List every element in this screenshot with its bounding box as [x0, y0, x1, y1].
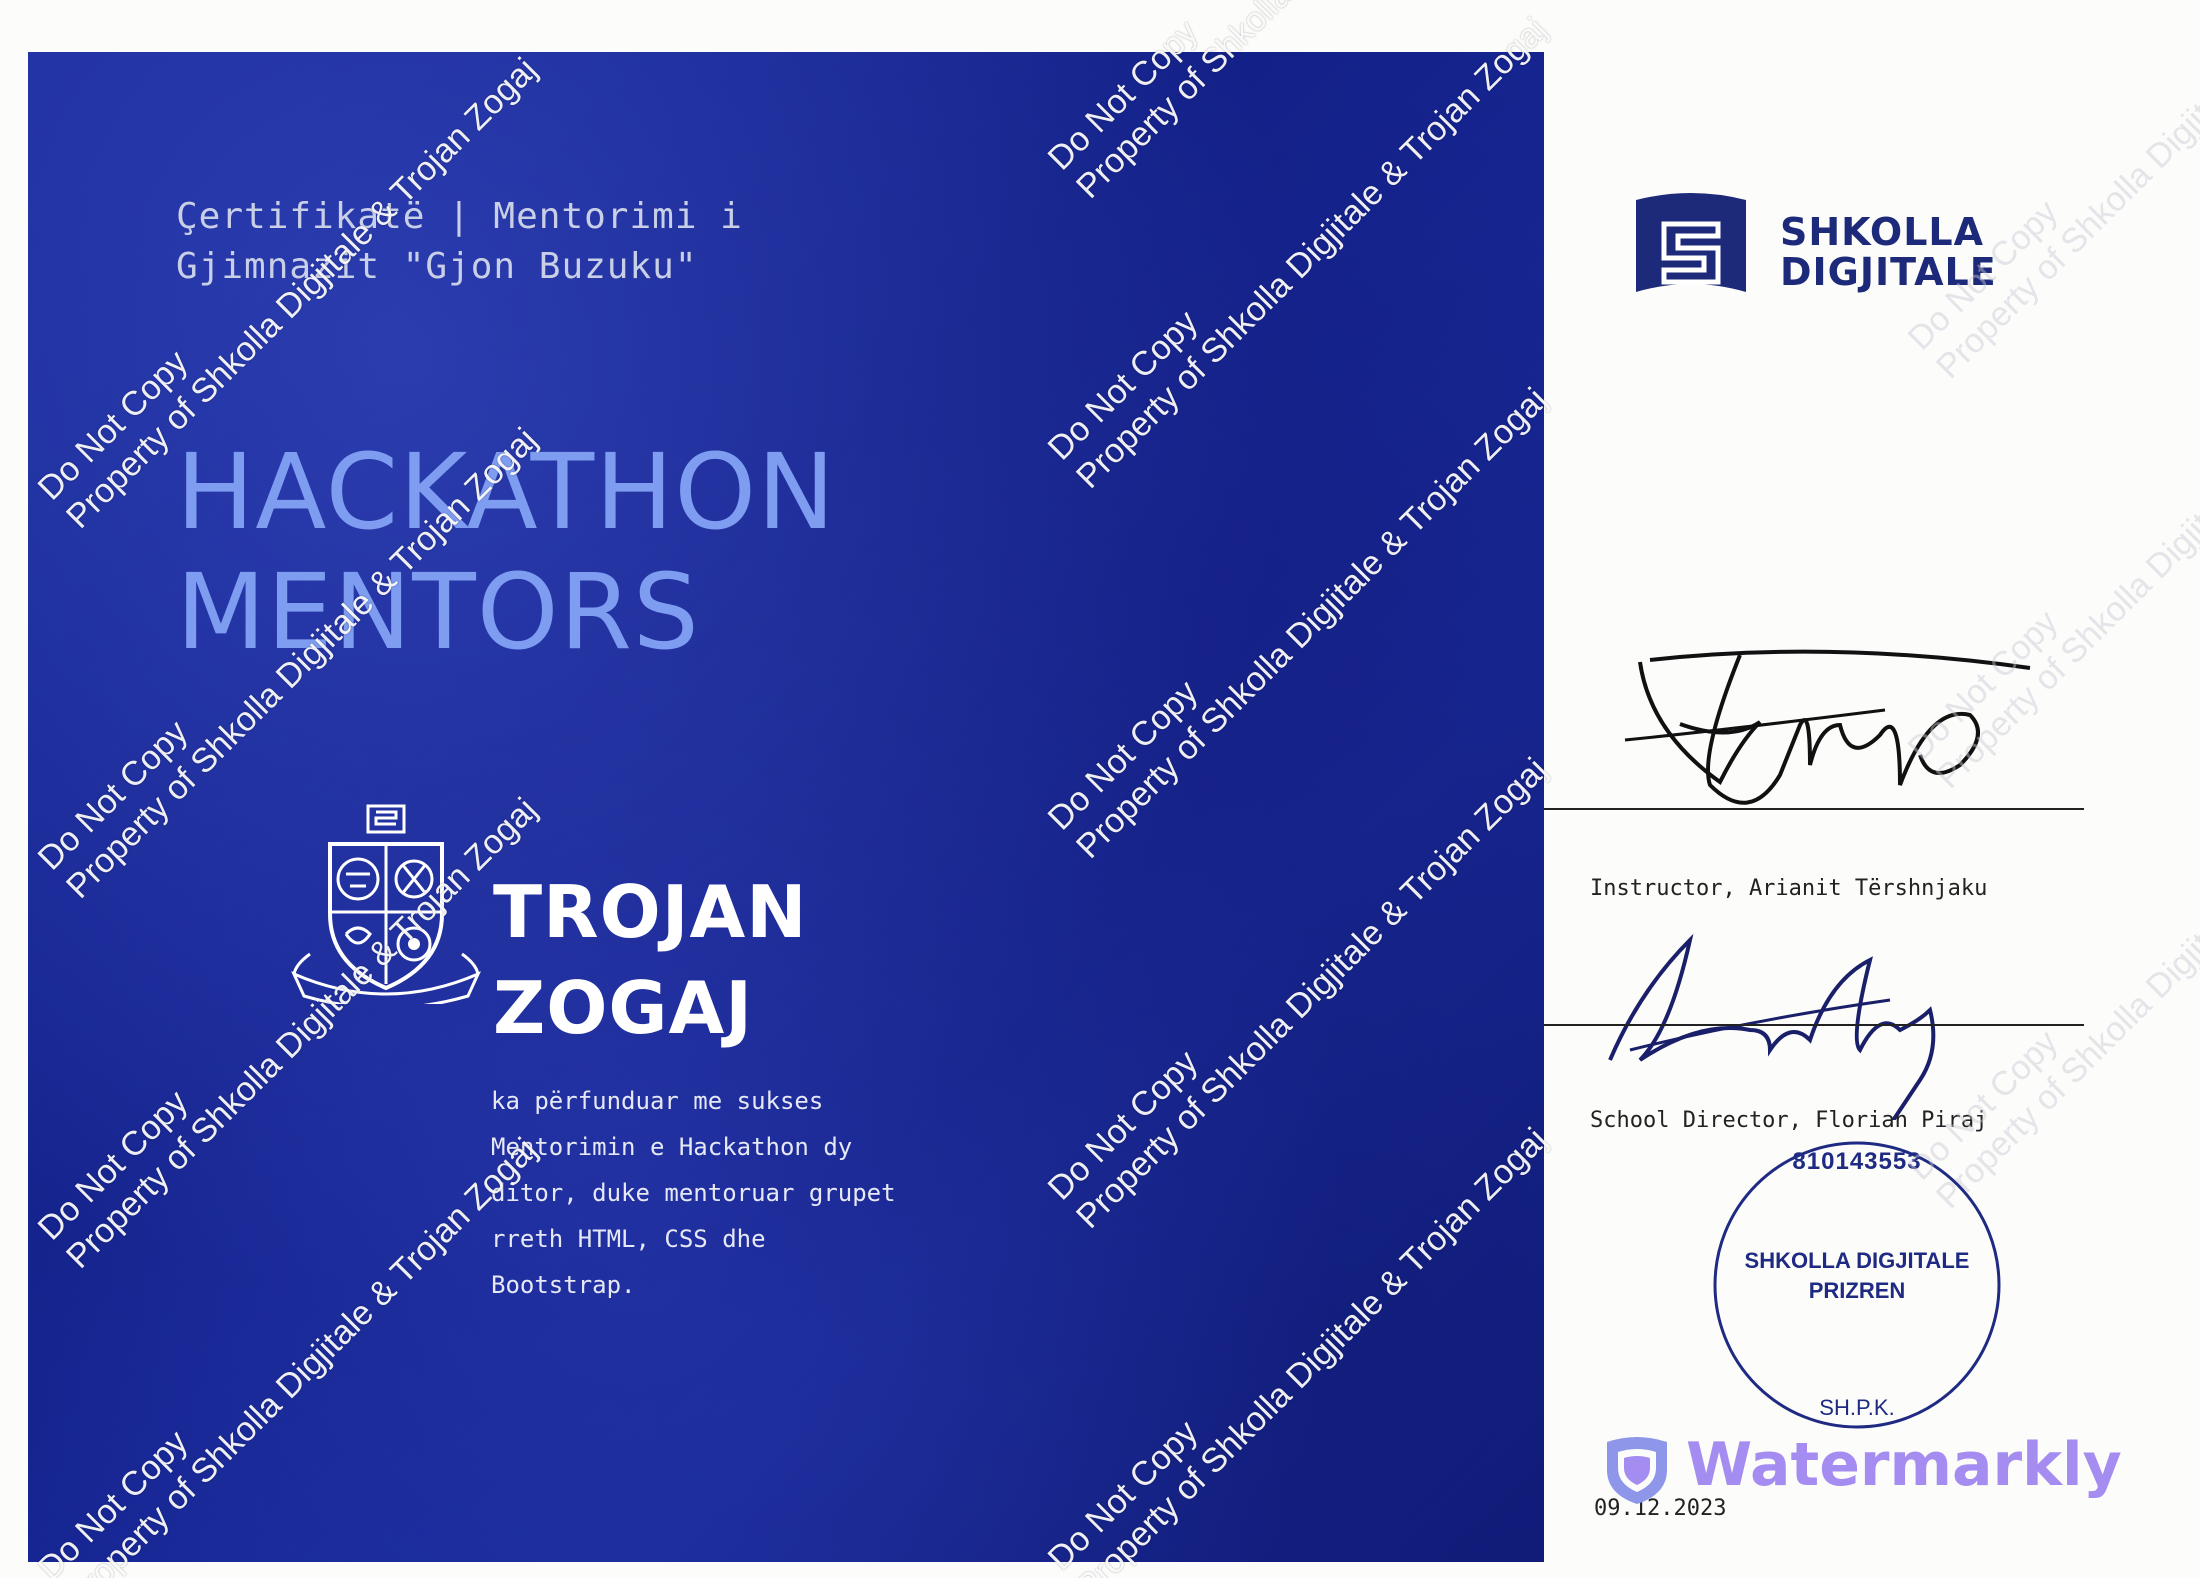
stamp-name: SHKOLLA DIGJITALE PRIZREN [1732, 1246, 1982, 1306]
recipient-last-name: ZOGAJ [493, 966, 754, 1050]
director-signature-line [1544, 1024, 2084, 1026]
description-line: Bootstrap. [491, 1271, 636, 1299]
stamp-name-line-1: SHKOLLA DIGJITALE [1744, 1248, 1970, 1273]
recipient-first-name: TROJAN [493, 870, 808, 954]
instructor-signature-line [1544, 808, 2084, 810]
watermarkly-shield-icon [1607, 1437, 1667, 1504]
stamp-name-line-2: PRIZREN [1808, 1278, 1906, 1303]
watermarkly-badge: Watermarkly [1604, 1428, 2122, 1508]
watermarkly-text: Watermarkly [1686, 1430, 2122, 1500]
instructor-caption: Instructor, Arianit Tërshnjaku [1590, 876, 1988, 901]
logo-shield-icon [1636, 193, 1746, 292]
description-line: rreth HTML, CSS dhe [491, 1225, 766, 1253]
certificate-page: Çertifikatë | Mentorimi i Gjimnazit "Gjo… [0, 0, 2200, 1578]
description-line: ditor, duke mentoruar grupet [491, 1179, 896, 1207]
recipient-name: TROJAN ZOGAJ [493, 864, 993, 1056]
description-line: ka përfunduar me sukses [491, 1087, 824, 1115]
director-caption: School Director, Florian Piraj [1590, 1108, 1988, 1133]
headline-line-1: HACKATHON [176, 431, 836, 553]
stamp-bottom-text: SH.P.K. [1819, 1395, 1895, 1420]
certificate-description: ka përfunduar me sukses Mentorimin e Hac… [491, 1078, 971, 1308]
description-line: Mentorimin e Hackathon dy [491, 1133, 853, 1161]
